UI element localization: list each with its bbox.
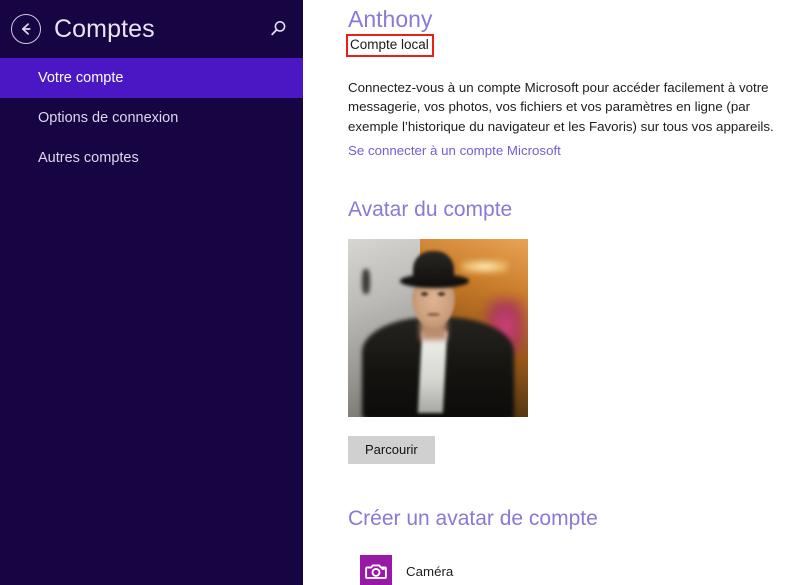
avatar-section-title: Avatar du compte bbox=[348, 197, 513, 221]
create-option-label: Caméra bbox=[406, 563, 454, 579]
avatar-lamp-glow bbox=[461, 260, 509, 273]
sidebar-item-label: Autres comptes bbox=[38, 150, 139, 166]
search-icon[interactable] bbox=[267, 18, 289, 40]
account-description: Connectez-vous à un compte Microsoft pou… bbox=[348, 79, 774, 134]
main-content: Anthony Compte local Connectez-vous à un… bbox=[303, 0, 800, 585]
create-avatar-section-title: Créer un avatar de compte bbox=[348, 506, 598, 530]
create-avatar-options: Caméra Contacts bbox=[348, 547, 800, 585]
settings-app: Comptes Votre compte Options de connexio… bbox=[0, 0, 800, 585]
camera-icon bbox=[360, 555, 392, 585]
signin-microsoft-link[interactable]: Se connecter à un compte Microsoft bbox=[348, 141, 561, 161]
avatar-image bbox=[348, 238, 528, 417]
back-arrow-icon[interactable] bbox=[11, 14, 41, 44]
sidebar-header: Comptes bbox=[0, 0, 303, 58]
account-type-annotated: Compte local bbox=[346, 34, 434, 57]
sidebar: Comptes Votre compte Options de connexio… bbox=[0, 0, 303, 585]
account-name: Anthony bbox=[348, 6, 433, 32]
sidebar-item-label: Options de connexion bbox=[38, 110, 179, 126]
avatar-wall-detail bbox=[362, 269, 370, 294]
avatar-shirt bbox=[417, 331, 448, 414]
create-option-camera[interactable]: Caméra bbox=[348, 547, 800, 585]
avatar-hat-brim bbox=[400, 274, 469, 288]
browse-button[interactable]: Parcourir bbox=[348, 435, 435, 464]
account-type-label: Compte local bbox=[350, 37, 429, 53]
sidebar-item-autres-comptes[interactable]: Autres comptes bbox=[0, 138, 303, 178]
sidebar-nav: Votre compte Options de connexion Autres… bbox=[0, 58, 303, 178]
sidebar-item-label: Votre compte bbox=[38, 70, 124, 86]
page-title: Comptes bbox=[54, 14, 155, 43]
sidebar-item-options-de-connexion[interactable]: Options de connexion bbox=[0, 98, 303, 138]
sidebar-item-votre-compte[interactable]: Votre compte bbox=[0, 58, 303, 98]
